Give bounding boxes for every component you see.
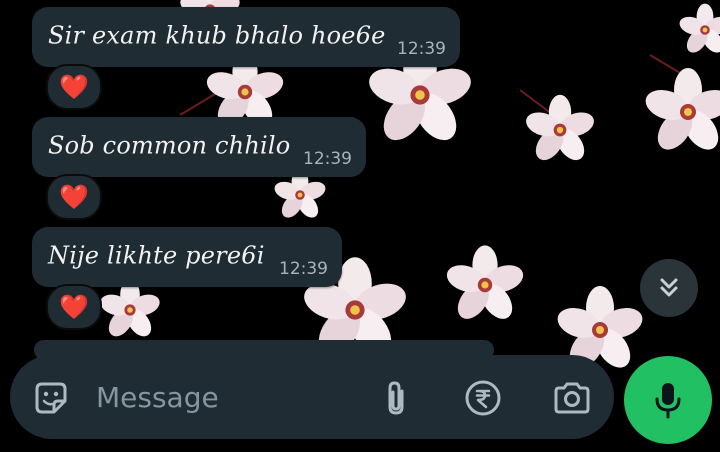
rupee-icon bbox=[465, 380, 501, 416]
message-input[interactable]: Message bbox=[96, 381, 219, 414]
double-chevron-down-icon bbox=[660, 278, 678, 297]
camera-button[interactable] bbox=[550, 377, 594, 419]
message-composer: Message bbox=[10, 355, 614, 439]
message-timestamp: 12:39 bbox=[303, 149, 352, 169]
message-timestamp: 12:39 bbox=[279, 259, 328, 279]
heart-icon: ❤️ bbox=[59, 73, 89, 101]
heart-reaction[interactable]: ❤️ bbox=[46, 284, 102, 330]
message-bubble[interactable]: Sob common chhilo 12:39 bbox=[32, 117, 366, 177]
message-bubble[interactable]: Nije likhte pere6i 12:39 bbox=[32, 227, 342, 287]
message-text: Sir exam khub bhalo hoe6e bbox=[48, 21, 386, 50]
message-timestamp: 12:39 bbox=[397, 39, 446, 59]
heart-icon: ❤️ bbox=[59, 293, 89, 321]
voice-record-button[interactable] bbox=[624, 356, 712, 444]
payment-button[interactable] bbox=[462, 377, 504, 419]
paperclip-icon bbox=[388, 381, 404, 415]
message-text: Nije likhte pere6i bbox=[48, 241, 265, 270]
sticker-button[interactable] bbox=[30, 377, 72, 419]
attach-button[interactable] bbox=[376, 377, 416, 419]
message-text: Sob common chhilo bbox=[48, 131, 291, 160]
sticker-icon bbox=[35, 382, 67, 414]
heart-icon: ❤️ bbox=[59, 183, 89, 211]
microphone-icon bbox=[655, 383, 681, 419]
camera-icon bbox=[554, 382, 590, 414]
heart-reaction[interactable]: ❤️ bbox=[46, 174, 102, 220]
message-bubble[interactable]: Sir exam khub bhalo hoe6e 12:39 bbox=[32, 7, 460, 67]
heart-reaction[interactable]: ❤️ bbox=[46, 64, 102, 110]
scroll-to-bottom-button[interactable] bbox=[640, 259, 698, 317]
